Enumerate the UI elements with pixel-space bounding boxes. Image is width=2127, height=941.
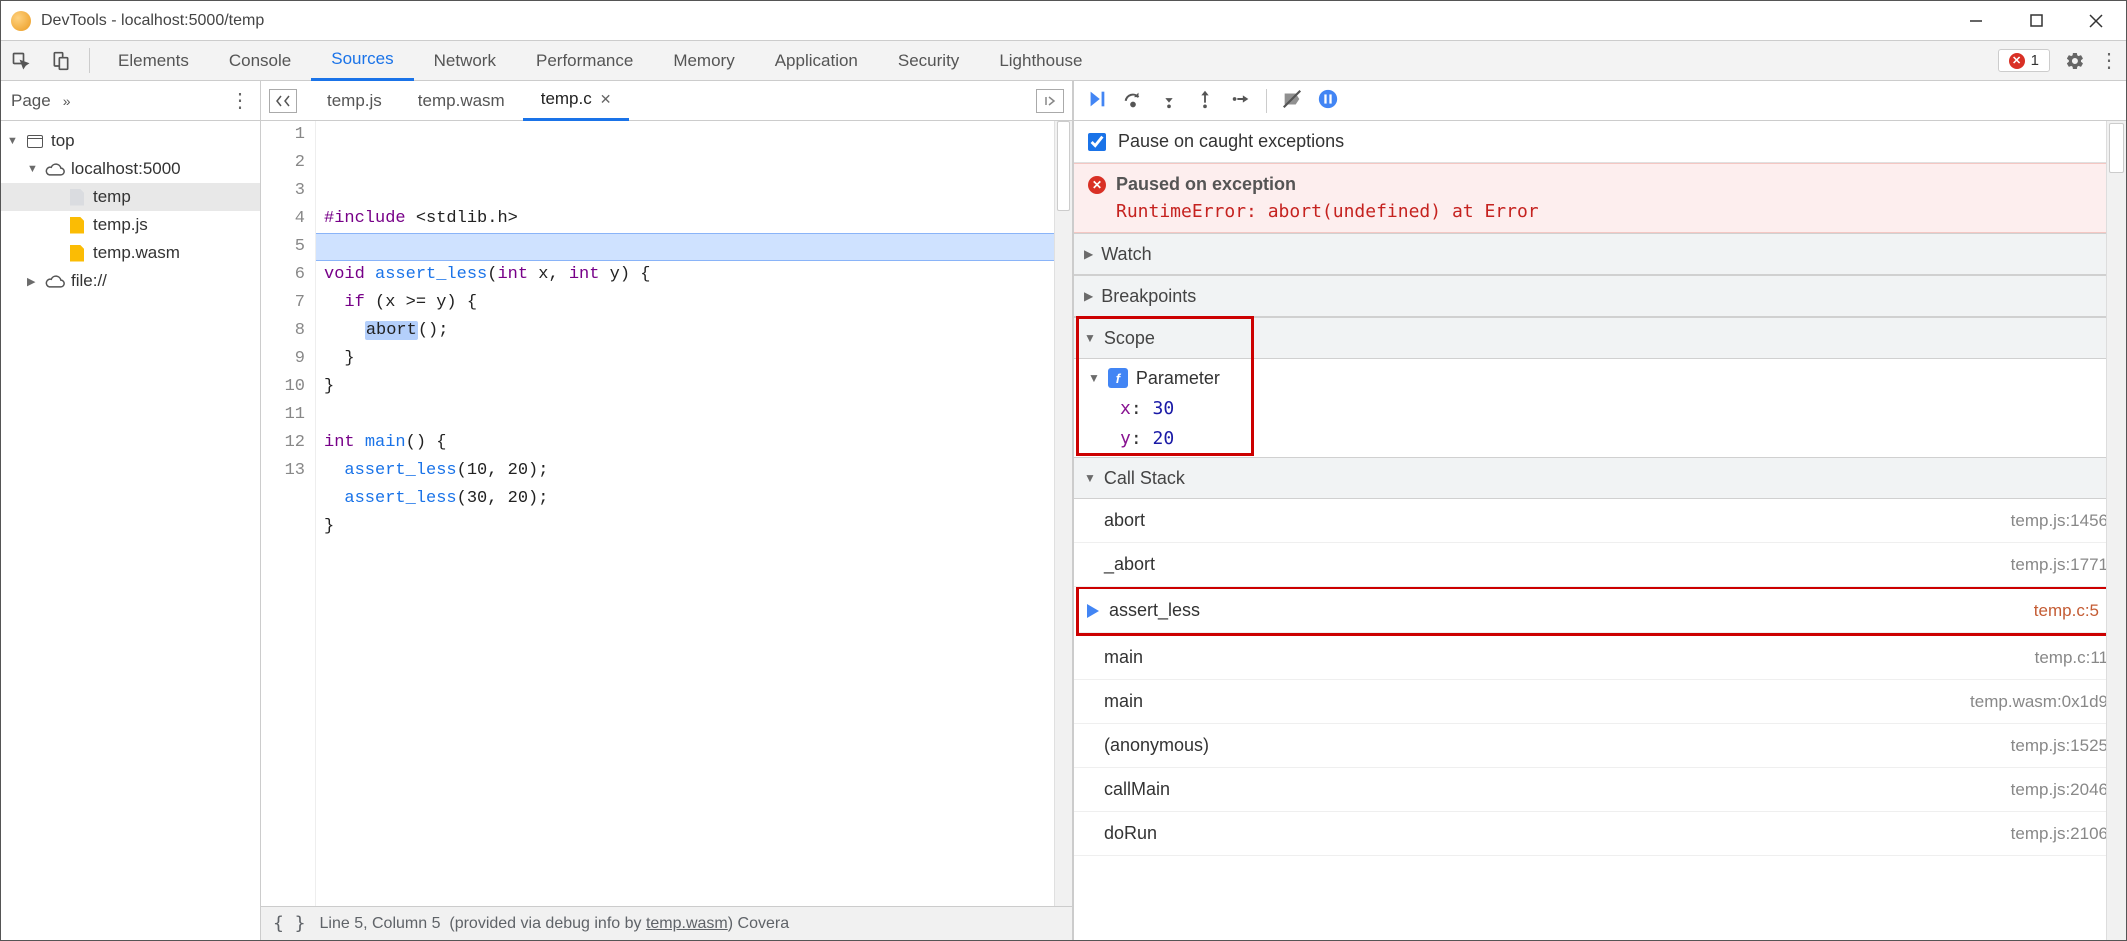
window-title: DevTools - localhost:5000/temp <box>41 12 1946 30</box>
callstack-section[interactable]: ▼Call Stack <box>1074 457 2126 499</box>
exception-message: RuntimeError: abort(undefined) at Error <box>1116 201 2112 222</box>
error-count: 1 <box>2031 52 2039 69</box>
file-tab-temp-c[interactable]: temp.c✕ <box>523 81 630 121</box>
tree-file-scheme[interactable]: ▶ file:// <box>1 267 260 295</box>
scope-category[interactable]: ▼ f Parameter <box>1088 363 2126 393</box>
debugger-toolbar <box>1074 81 2126 121</box>
inspect-icon[interactable] <box>1 51 41 71</box>
navigator-header: Page » ⋮ <box>1 81 260 121</box>
debugger-pane: Pause on caught exceptions ✕ Paused on e… <box>1073 81 2126 940</box>
callstack-frame[interactable]: maintemp.c:11 <box>1074 636 2126 680</box>
tree-file-temp[interactable]: temp <box>1 183 260 211</box>
more-menu-icon[interactable]: ⋮ <box>2092 48 2126 73</box>
scope-var-x[interactable]: x: 30 <box>1088 393 2126 423</box>
scope-section[interactable]: ▼Scope <box>1074 317 2126 359</box>
debugger-scrollbar[interactable] <box>2106 121 2126 940</box>
tab-performance[interactable]: Performance <box>516 41 653 81</box>
callstack-frame[interactable]: aborttemp.js:1456 <box>1074 499 2126 543</box>
frame-icon <box>27 135 43 148</box>
file-icon <box>70 189 84 206</box>
device-toggle-icon[interactable] <box>41 51 81 71</box>
pause-caught-option[interactable]: Pause on caught exceptions <box>1074 121 2126 163</box>
close-button[interactable] <box>2066 1 2126 41</box>
separator <box>89 48 90 73</box>
deactivate-breakpoints-icon[interactable] <box>1281 88 1303 113</box>
cursor-position: Line 5, Column 5 (provided via debug inf… <box>320 915 790 933</box>
snippet-run-icon[interactable] <box>1036 89 1064 113</box>
scope-body: ▼ f Parameter x: 30 y: 20 <box>1074 359 2126 457</box>
editor-scrollbar[interactable] <box>1054 121 1072 906</box>
resume-icon[interactable] <box>1086 88 1108 113</box>
callstack-list: aborttemp.js:1456_aborttemp.js:1771asser… <box>1074 499 2126 856</box>
file-tab-temp-js[interactable]: temp.js <box>309 81 400 121</box>
tab-security[interactable]: Security <box>878 41 979 81</box>
step-over-icon[interactable] <box>1122 88 1144 113</box>
scope-var-y[interactable]: y: 20 <box>1088 423 2126 453</box>
tab-memory[interactable]: Memory <box>653 41 754 81</box>
tree-file-temp-wasm[interactable]: temp.wasm <box>1 239 260 267</box>
watch-section[interactable]: ▶Watch <box>1074 233 2126 275</box>
function-badge-icon: f <box>1108 368 1128 388</box>
step-icon[interactable] <box>1230 88 1252 113</box>
settings-gear-icon[interactable] <box>2058 51 2092 71</box>
tree-host[interactable]: ▼ localhost:5000 <box>1 155 260 183</box>
file-icon <box>70 217 84 234</box>
error-badge[interactable]: ✕ 1 <box>1998 49 2050 72</box>
callstack-frame[interactable]: maintemp.wasm:0x1d9 <box>1074 680 2126 724</box>
navigator-pane: Page » ⋮ ▼ top ▼ localhost:5000 t <box>1 81 261 940</box>
maximize-button[interactable] <box>2006 1 2066 41</box>
editor-pane: temp.js temp.wasm temp.c✕ 12345678910111… <box>261 81 1073 940</box>
minimize-button[interactable] <box>1946 1 2006 41</box>
navigator-more-icon[interactable]: » <box>63 93 71 109</box>
file-icon <box>70 245 84 262</box>
callstack-frame[interactable]: callMaintemp.js:2046 <box>1074 768 2126 812</box>
callstack-frame[interactable]: doRuntemp.js:2106 <box>1074 812 2126 856</box>
tab-sources[interactable]: Sources <box>311 41 413 81</box>
callstack-highlight-box: assert_lesstemp.c:5 <box>1076 586 2120 636</box>
exception-banner: ✕ Paused on exception RuntimeError: abor… <box>1074 163 2126 233</box>
navigator-tab-page[interactable]: Page <box>11 91 51 111</box>
pause-exceptions-icon[interactable] <box>1317 88 1339 113</box>
navigator-menu-icon[interactable]: ⋮ <box>230 88 250 113</box>
pretty-print-icon[interactable]: { } <box>273 913 306 934</box>
code-editor[interactable]: 12345678910111213 #include <stdlib.h>voi… <box>261 121 1072 906</box>
step-out-icon[interactable] <box>1194 88 1216 113</box>
line-gutter: 12345678910111213 <box>261 121 316 906</box>
tab-network[interactable]: Network <box>414 41 516 81</box>
devtools-window: DevTools - localhost:5000/temp Elements … <box>0 0 2127 941</box>
editor-statusbar: { } Line 5, Column 5 (provided via debug… <box>261 906 1072 940</box>
nav-history-icon[interactable] <box>269 89 297 113</box>
tab-console[interactable]: Console <box>209 41 311 81</box>
debugger-content: Pause on caught exceptions ✕ Paused on e… <box>1074 121 2126 940</box>
tab-application[interactable]: Application <box>755 41 878 81</box>
exception-title: Paused on exception <box>1116 174 1296 195</box>
editor-tabstrip: temp.js temp.wasm temp.c✕ <box>261 81 1072 121</box>
callstack-frame[interactable]: _aborttemp.js:1771 <box>1074 543 2126 587</box>
cloud-icon <box>45 274 65 288</box>
file-tab-temp-wasm[interactable]: temp.wasm <box>400 81 523 121</box>
callstack-frame[interactable]: assert_lesstemp.c:5 <box>1079 589 2117 633</box>
error-icon: ✕ <box>2009 53 2025 69</box>
step-into-icon[interactable] <box>1158 88 1180 113</box>
code-lines: #include <stdlib.h>void assert_less(int … <box>316 121 1054 906</box>
file-tree: ▼ top ▼ localhost:5000 temp temp.js <box>1 121 260 301</box>
devtools-tabstrip: Elements Console Sources Network Perform… <box>1 41 2126 81</box>
tree-top[interactable]: ▼ top <box>1 127 260 155</box>
close-tab-icon[interactable]: ✕ <box>600 91 612 108</box>
debug-info-link[interactable]: temp.wasm <box>646 915 728 932</box>
error-icon: ✕ <box>1088 176 1106 194</box>
pause-caught-checkbox[interactable] <box>1088 133 1106 151</box>
tab-lighthouse[interactable]: Lighthouse <box>979 41 1102 81</box>
titlebar: DevTools - localhost:5000/temp <box>1 1 2126 41</box>
tab-elements[interactable]: Elements <box>98 41 209 81</box>
callstack-frame[interactable]: (anonymous)temp.js:1525 <box>1074 724 2126 768</box>
tree-file-temp-js[interactable]: temp.js <box>1 211 260 239</box>
cloud-icon <box>45 162 65 176</box>
breakpoints-section[interactable]: ▶Breakpoints <box>1074 275 2126 317</box>
app-icon <box>11 11 31 31</box>
